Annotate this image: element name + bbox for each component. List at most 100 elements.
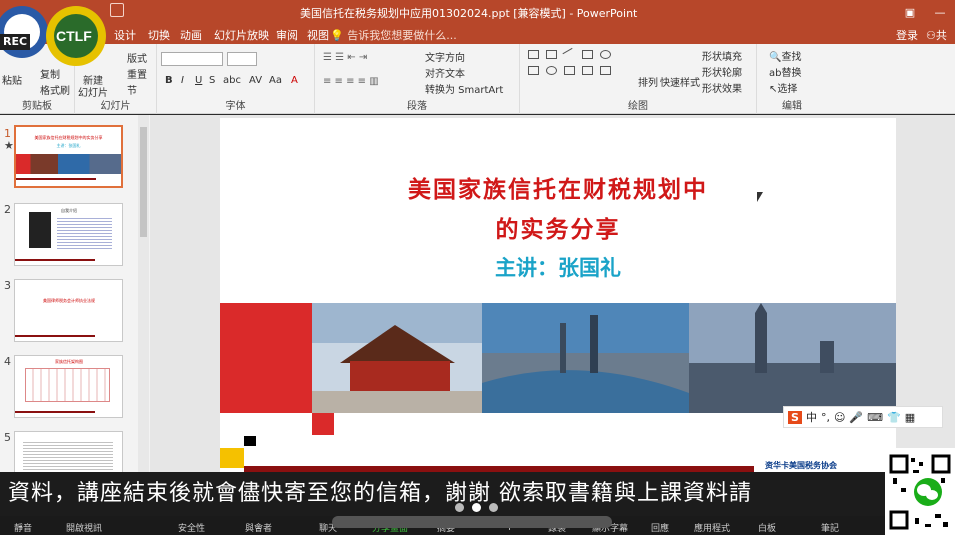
text-direction-button[interactable]: 文字方向 xyxy=(425,49,465,64)
section-button[interactable]: 节 xyxy=(127,82,137,97)
tell-me-search[interactable]: 💡 告诉我您想要做什么... xyxy=(330,27,457,43)
slide-thumb-4[interactable]: 家族信托架构图 xyxy=(14,355,123,418)
mute-button[interactable]: 靜音 xyxy=(14,521,32,534)
participants-button[interactable]: 與會者 xyxy=(245,521,272,534)
ribbon-tabs: 设计 切换 动画 幻灯片放映 审阅 视图 💡 告诉我您想要做什么... 登录 ⚇… xyxy=(0,24,955,58)
save-icon[interactable] xyxy=(110,3,124,17)
thumb-1-line xyxy=(16,178,96,180)
shadow-button[interactable]: S xyxy=(209,75,215,86)
char-spacing-button[interactable]: AV xyxy=(249,75,262,86)
align-icons[interactable]: ≡ ≡ ≡ ≡ ▥ xyxy=(323,76,379,87)
tab-view[interactable]: 视图 xyxy=(307,27,329,43)
ime-emoji-icon[interactable]: ☺ xyxy=(834,411,845,424)
tab-animations[interactable]: 动画 xyxy=(180,27,202,43)
slide-title-line1: 美国家族信托在财税规划中 xyxy=(408,176,708,203)
replace-label: 替换 xyxy=(781,68,802,79)
reactions-button[interactable]: 回應 xyxy=(651,521,669,534)
page-dot-active[interactable] xyxy=(472,503,481,512)
page-dot[interactable] xyxy=(455,503,464,512)
shape-effects-button[interactable]: 形状效果 xyxy=(702,80,742,95)
bullets-icon[interactable]: ☰ ☰ ⇤ ⇥ xyxy=(323,52,367,63)
slide-thumbnail-pane: 1 ★ 美国家族信托在财税规划中的实务分享 主讲：张国礼 2 自我介绍 3 美国… xyxy=(0,115,150,475)
red-accent-square xyxy=(312,413,334,435)
thumbnail-scrollbar-thumb[interactable] xyxy=(140,127,147,237)
reset-button[interactable]: 重置 xyxy=(127,66,147,81)
font-name-input[interactable] xyxy=(161,52,223,66)
oval-shape-icon[interactable] xyxy=(600,50,611,59)
minimize-icon[interactable]: — xyxy=(925,0,955,24)
ime-skin-icon[interactable]: 👕 xyxy=(887,411,901,424)
tab-slideshow[interactable]: 幻灯片放映 xyxy=(214,27,269,43)
slide-speaker: 主讲：张国礼 xyxy=(495,255,621,280)
arrange-button[interactable]: 排列 xyxy=(638,74,658,89)
thumb-1-speaker: 主讲：张国礼 xyxy=(56,143,81,148)
thumbnail-scrollbar[interactable] xyxy=(138,115,149,475)
shape-outline-button[interactable]: 形状轮廓 xyxy=(702,64,742,79)
thumb-1-title: 美国家族信托在财税规划中的实务分享 xyxy=(34,135,103,140)
down-arrow-shape-icon[interactable] xyxy=(600,66,611,75)
whiteboard-button[interactable]: 白板 xyxy=(758,521,776,534)
rectangle-shape-icon[interactable] xyxy=(582,50,593,59)
tab-design[interactable]: 设计 xyxy=(114,27,136,43)
font-color-button[interactable]: A xyxy=(291,75,298,86)
ime-mic-icon[interactable]: 🎤 xyxy=(849,411,863,424)
arrow-shape-icon[interactable] xyxy=(582,66,593,75)
change-case-button[interactable]: Aa xyxy=(269,75,282,86)
align-text-button[interactable]: 对齐文本 xyxy=(425,65,465,80)
shape-fill-button[interactable]: 形状填充 xyxy=(702,48,742,63)
circle-shape-icon[interactable] xyxy=(546,66,557,75)
yellow-accent-square xyxy=(220,448,244,468)
underline-button[interactable]: U xyxy=(195,75,202,86)
share-control-pill[interactable] xyxy=(332,516,612,528)
bold-button[interactable]: B xyxy=(165,75,173,86)
thumb-4-title: 家族信托架构图 xyxy=(55,359,83,364)
sogou-icon[interactable]: S xyxy=(788,410,802,424)
thumb-2-portrait xyxy=(29,212,51,248)
strikethrough-button[interactable]: abc xyxy=(223,75,241,86)
tab-review[interactable]: 审阅 xyxy=(276,27,298,43)
thumb-number-5: 5 xyxy=(4,431,11,444)
ime-menu-icon[interactable]: ▦ xyxy=(905,411,915,424)
apps-button[interactable]: 應用程式 xyxy=(694,521,730,534)
slide-thumb-5[interactable] xyxy=(14,431,123,475)
slide-thumb-2[interactable]: 自我介绍 xyxy=(14,203,123,266)
thumb-3-line xyxy=(15,335,95,337)
slide-thumb-3[interactable]: 美国律师税务会计师执业法规 xyxy=(14,279,123,342)
italic-button[interactable]: I xyxy=(181,75,184,86)
find-button[interactable]: 🔍查找 xyxy=(769,48,801,63)
ime-keyboard-icon[interactable]: ⌨ xyxy=(867,411,883,424)
ime-lang-toggle[interactable]: 中 xyxy=(806,409,817,425)
textbox-shape-icon[interactable] xyxy=(528,50,539,59)
font-label: 字体 xyxy=(225,101,246,112)
font-size-input[interactable] xyxy=(227,52,257,66)
thumb-2-line xyxy=(15,259,95,261)
live-caption: 資料，講座結束後就會儘快寄至您的信箱，謝謝 欲索取書籍與上課資料請 xyxy=(0,472,885,516)
replace-button[interactable]: ab替换 xyxy=(769,64,801,79)
clipboard-label: 剪贴板 xyxy=(22,101,52,112)
connector-shape-icon[interactable] xyxy=(564,66,575,75)
footer-org-name: 资华卡美国税务协会 xyxy=(765,461,837,470)
select-button[interactable]: ↖选择 xyxy=(769,80,797,95)
quick-styles-button[interactable]: 快速样式 xyxy=(660,74,700,89)
rounded-rect-shape-icon[interactable] xyxy=(528,66,539,75)
page-dot[interactable] xyxy=(489,503,498,512)
textbox-vertical-shape-icon[interactable] xyxy=(546,50,557,59)
security-button[interactable]: 安全性 xyxy=(178,521,205,534)
ribbon-display-icon[interactable]: ▣ xyxy=(895,0,925,24)
slide-thumb-1[interactable]: 美国家族信托在财税规划中的实务分享 主讲：张国礼 xyxy=(14,125,123,188)
smartart-button[interactable]: 转换为 SmartArt xyxy=(425,81,503,96)
font-group: B I U S abc AV Aa A 字体 xyxy=(157,44,315,114)
login-link[interactable]: 登录 xyxy=(896,27,918,43)
editing-label: 编辑 xyxy=(782,101,802,112)
notes-button[interactable]: 筆記 xyxy=(821,521,839,534)
red-accent-block xyxy=(220,303,312,413)
tab-transitions[interactable]: 切换 xyxy=(148,27,170,43)
paragraph-group: ☰ ☰ ⇤ ⇥ ≡ ≡ ≡ ≡ ▥ 文字方向 对齐文本 转换为 SmartArt… xyxy=(315,44,520,114)
line-shape-icon[interactable] xyxy=(562,47,577,62)
start-video-button[interactable]: 開啟視訊 xyxy=(66,521,102,534)
ime-punct-toggle[interactable]: °, xyxy=(821,411,830,424)
layout-button[interactable]: 版式 xyxy=(127,50,147,65)
thumb-1-image xyxy=(16,154,121,174)
thumb-4-line xyxy=(15,411,95,413)
thumb-number-4: 4 xyxy=(4,355,11,368)
